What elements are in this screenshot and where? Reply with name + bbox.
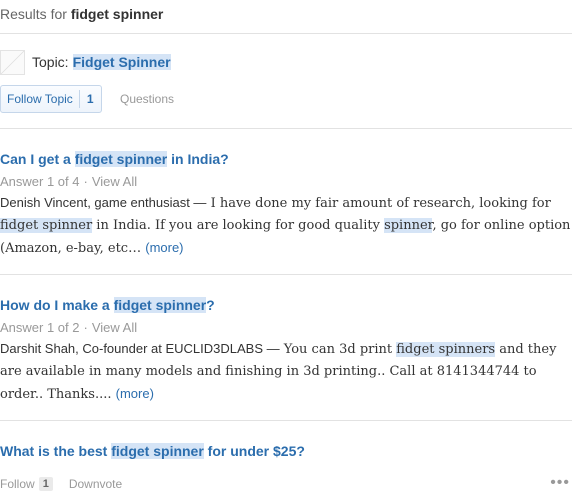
question-title-text: for under $25? xyxy=(203,443,305,459)
snippet-text: You can 3d print xyxy=(279,342,397,357)
topic-row: Topic: Fidget Spinner xyxy=(0,49,171,75)
answer-snippet: Denish Vincent, game enthusiast — I have… xyxy=(0,192,572,260)
answer-meta: Answer 1 of 2 · View All xyxy=(0,320,137,335)
snippet-highlight: fidget spinner xyxy=(0,218,93,233)
view-all-link[interactable]: View All xyxy=(92,320,137,335)
follow-question-button[interactable]: Follow xyxy=(0,477,35,491)
tab-questions[interactable]: Questions xyxy=(120,92,174,106)
separator-dot: · xyxy=(83,320,88,335)
search-query: fidget spinner xyxy=(70,6,164,22)
topic-link[interactable]: Fidget Spinner xyxy=(72,54,171,70)
snippet-text: in India. If you are looking for good qu… xyxy=(92,218,385,233)
answer-author[interactable]: Denish Vincent, game enthusiast — xyxy=(0,195,206,210)
answer-count: Answer 1 of 2 xyxy=(0,320,80,335)
follow-topic-button[interactable]: Follow Topic 1 xyxy=(0,85,102,113)
snippet-text: I have done my fair amount of research, … xyxy=(206,196,551,211)
view-all-link[interactable]: View All xyxy=(92,174,137,189)
snippet-highlight: spinner xyxy=(384,218,433,233)
question-title-highlight: fidget spinner xyxy=(111,443,204,459)
follow-topic-count: 1 xyxy=(86,92,94,106)
follow-count-badge: 1 xyxy=(38,477,53,491)
more-options-icon[interactable]: ••• xyxy=(550,474,570,492)
downvote-button[interactable]: Downvote xyxy=(69,477,122,491)
question-title-text: What is the best xyxy=(0,443,112,459)
topic-image-icon xyxy=(0,49,25,75)
question-title-link[interactable]: Can I get a fidget spinner in India? xyxy=(0,151,229,167)
results-prefix: Results for xyxy=(0,6,67,22)
topic-label: Topic: xyxy=(32,54,69,70)
question-action-bar: Follow 1 Downvote xyxy=(0,477,122,491)
follow-topic-label: Follow Topic xyxy=(1,90,80,108)
answer-meta: Answer 1 of 4 · View All xyxy=(0,174,137,189)
divider xyxy=(0,33,572,34)
question-title-text: in India? xyxy=(167,151,229,167)
more-link[interactable]: (more) xyxy=(116,386,154,401)
question-title-highlight: fidget spinner xyxy=(74,151,168,167)
answer-count: Answer 1 of 4 xyxy=(0,174,80,189)
divider xyxy=(0,274,572,275)
question-title-link[interactable]: How do I make a fidget spinner? xyxy=(0,297,215,313)
more-link[interactable]: (more) xyxy=(145,240,183,255)
snippet-highlight: fidget spinners xyxy=(396,342,496,357)
question-title-text: How do I make a xyxy=(0,297,114,313)
divider xyxy=(0,128,572,129)
answer-snippet: Darshit Shah, Co-founder at EUCLID3DLABS… xyxy=(0,338,572,406)
question-title-link[interactable]: What is the best fidget spinner for unde… xyxy=(0,443,305,459)
divider xyxy=(0,420,572,421)
results-header: Results for fidget spinner xyxy=(0,6,163,22)
question-title-text: ? xyxy=(206,297,215,313)
answer-author[interactable]: Darshit Shah, Co-founder at EUCLID3DLABS… xyxy=(0,341,280,356)
question-title-highlight: fidget spinner xyxy=(113,297,207,313)
separator-dot: · xyxy=(83,174,88,189)
question-title-text: Can I get a xyxy=(0,151,75,167)
